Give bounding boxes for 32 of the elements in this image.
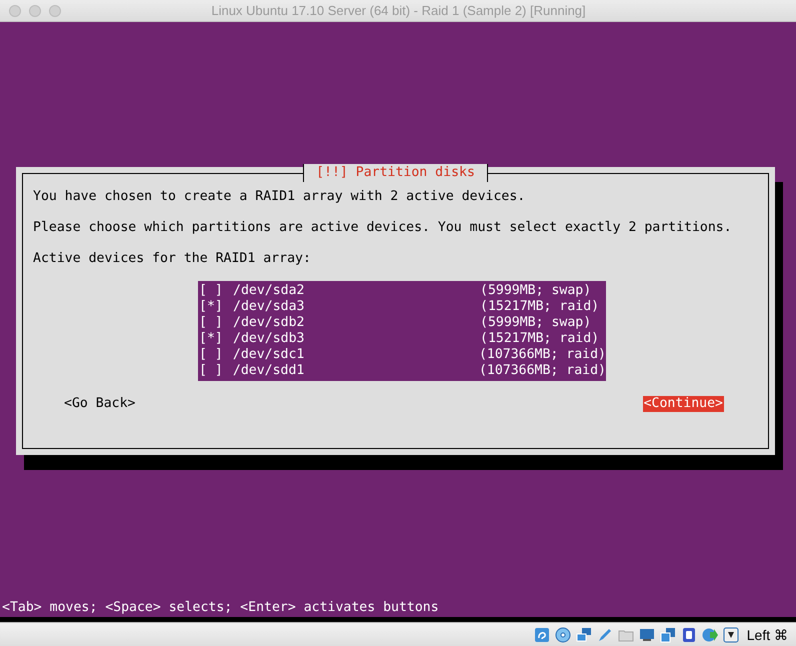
device-name[interactable]: /dev/sdd1 [232, 363, 479, 379]
device-name[interactable]: /dev/sdc1 [232, 347, 479, 363]
dialog-title: [!!] Partition disks [303, 164, 488, 182]
device-info: (107366MB; raid) [478, 363, 606, 379]
device-name[interactable]: /dev/sdb3 [232, 331, 480, 347]
help-line: <Tab> moves; <Space> selects; <Enter> activates buttons [1, 599, 440, 617]
checkbox-mark[interactable]: [*] [198, 331, 232, 347]
device-info: (107366MB; raid) [478, 347, 606, 363]
window-title: Linux Ubuntu 17.10 Server (64 bit) - Raid 1 (Sample 2) [Running] [210, 3, 587, 18]
checkbox-mark[interactable]: [ ] [198, 315, 232, 331]
device-name[interactable]: /dev/sda2 [232, 283, 480, 299]
device-info: (5999MB; swap) [480, 315, 592, 331]
device-info: (15217MB; raid) [480, 299, 600, 315]
back-button[interactable]: <Go Back> [63, 396, 136, 412]
device-name[interactable]: /dev/sda3 [232, 299, 480, 315]
device-name[interactable]: /dev/sdb2 [232, 315, 480, 331]
dialog-text: Please choose which partitions are active devices. You must select exactly 2 partitions. [33, 219, 733, 237]
host-key-label: Left ⌘ [746, 626, 788, 642]
network-icon[interactable] [576, 626, 592, 642]
device-info: (5999MB; swap) [480, 283, 592, 299]
windows-icon[interactable] [660, 626, 676, 642]
display-icon[interactable] [638, 626, 655, 642]
checkbox-mark[interactable]: [*] [198, 299, 232, 315]
continue-button[interactable]: <Continue> [642, 396, 724, 412]
dialog-text: You have chosen to create a RAID1 array with 2 active devices. [33, 188, 526, 206]
pen-icon[interactable] [596, 626, 613, 642]
checkbox-mark[interactable]: [ ] [198, 347, 232, 363]
checkbox-mark[interactable]: [ ] [198, 363, 232, 379]
checkbox-mark[interactable]: [ ] [198, 283, 232, 299]
device-info: (15217MB; raid) [480, 331, 600, 347]
dialog-text: Active devices for the RAID1 array: [33, 250, 312, 268]
optical-disc-icon[interactable] [554, 626, 571, 642]
